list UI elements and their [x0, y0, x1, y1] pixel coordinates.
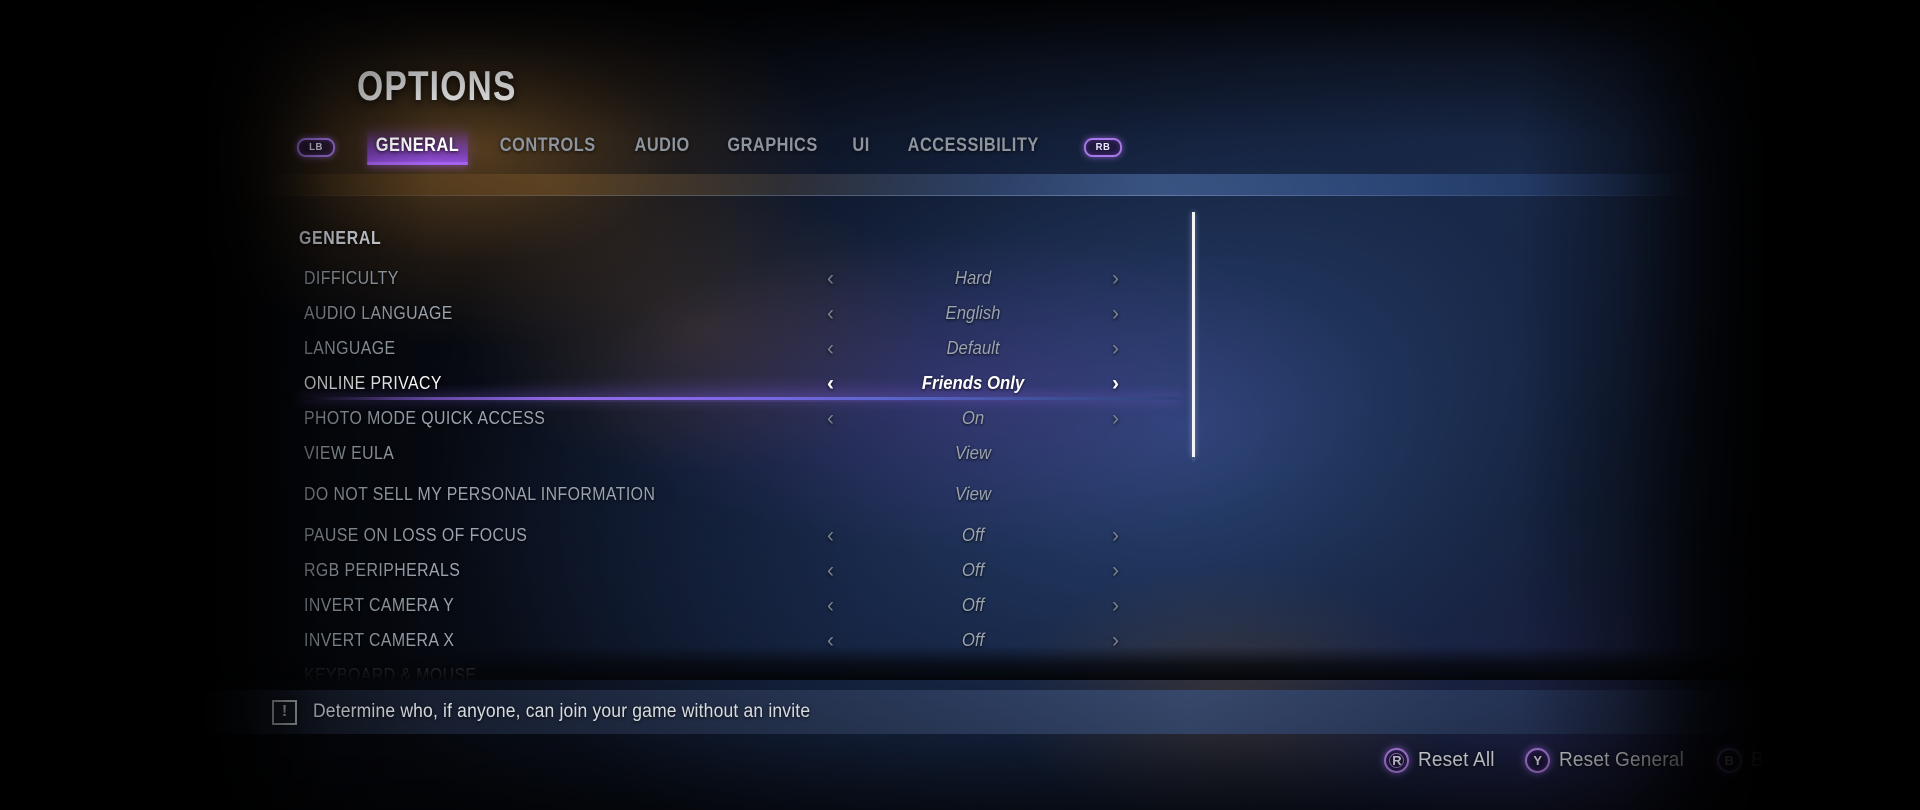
right-bumper-icon[interactable]: RB: [1084, 137, 1123, 157]
settings-row-value[interactable]: On: [857, 408, 1090, 429]
page-title: OPTIONS: [357, 62, 517, 109]
settings-row-value[interactable]: Default: [857, 338, 1090, 359]
increment-arrow-icon[interactable]: ›: [1112, 268, 1119, 289]
settings-row-value[interactable]: Off: [857, 630, 1090, 651]
increment-arrow-icon[interactable]: ›: [1112, 373, 1119, 394]
tab-general[interactable]: GENERAL: [367, 132, 469, 165]
prompt-label: Reset General: [1559, 749, 1685, 771]
settings-row-value[interactable]: Hard: [857, 268, 1090, 289]
scrollbar-thumb[interactable]: [1192, 212, 1195, 457]
settings-row[interactable]: ONLINE PRIVACY ‹ › Friends Only: [0, 364, 1920, 402]
settings-row-value[interactable]: Off: [857, 560, 1090, 581]
gamepad-button-y-icon: Y: [1525, 748, 1551, 773]
settings-list-area: GENERAL DIFFICULTY ‹ › Hard AUDIO LANGUAGE ‹ ›…: [0, 208, 1920, 680]
increment-arrow-icon[interactable]: ›: [1112, 303, 1119, 324]
settings-row[interactable]: DO NOT SELL MY PERSONAL INFORMATION View: [0, 471, 1920, 518]
settings-row-label: INVERT CAMERA Y: [304, 594, 455, 615]
tab-bar: LB GENERAL CONTROLS AUDIO GRAPHICS UI AC…: [296, 132, 1123, 165]
settings-row-value[interactable]: View: [857, 484, 1090, 505]
decrement-arrow-icon[interactable]: ‹: [827, 268, 834, 289]
settings-row-label: ONLINE PRIVACY: [304, 372, 442, 393]
tab-ui[interactable]: UI: [844, 132, 879, 162]
prompt-label: Reset All: [1418, 749, 1496, 771]
prompt-reset-all[interactable]: R Reset All: [1384, 748, 1499, 773]
help-text: Determine who, if anyone, can join your …: [313, 701, 811, 722]
increment-arrow-icon[interactable]: ›: [1112, 595, 1119, 616]
settings-row-label: PHOTO MODE QUICK ACCESS: [304, 407, 546, 428]
tab-graphics[interactable]: GRAPHICS: [719, 132, 827, 162]
settings-row-label: PAUSE ON LOSS OF FOCUS: [304, 524, 528, 545]
tab-audio[interactable]: AUDIO: [625, 132, 697, 162]
options-screen: OPTIONS LB GENERAL CONTROLS AUDIO GRAPHI…: [0, 0, 1920, 810]
tab-accessibility[interactable]: ACCESSIBILITY: [899, 132, 1047, 162]
info-exclamation-icon: !: [272, 699, 297, 725]
settings-row[interactable]: KEYBOARD & MOUSE: [0, 658, 1920, 680]
settings-row-label: INVERT CAMERA X: [304, 629, 455, 650]
increment-arrow-icon[interactable]: ›: [1112, 525, 1119, 546]
prompt-reset-general[interactable]: Y Reset General: [1525, 748, 1691, 773]
increment-arrow-icon[interactable]: ›: [1112, 560, 1119, 581]
increment-arrow-icon[interactable]: ›: [1112, 630, 1119, 651]
settings-row-label: LANGUAGE: [304, 337, 396, 358]
settings-row-label: KEYBOARD & MOUSE: [304, 664, 477, 680]
header-divider: [258, 174, 1710, 196]
settings-row-value[interactable]: Off: [857, 525, 1090, 546]
decrement-arrow-icon[interactable]: ‹: [827, 630, 834, 651]
settings-row-value[interactable]: View: [857, 443, 1090, 464]
help-bar: ! Determine who, if anyone, can join you…: [0, 690, 1920, 734]
increment-arrow-icon[interactable]: ›: [1112, 338, 1119, 359]
settings-row-label: VIEW EULA: [304, 442, 395, 463]
increment-arrow-icon[interactable]: ›: [1112, 408, 1119, 429]
settings-row-value[interactable]: English: [857, 303, 1090, 324]
settings-row[interactable]: LANGUAGE ‹ › Default: [0, 331, 1920, 366]
decrement-arrow-icon[interactable]: ‹: [827, 373, 834, 394]
settings-row-value[interactable]: Off: [857, 595, 1090, 616]
settings-row-value[interactable]: Friends Only: [857, 373, 1090, 394]
decrement-arrow-icon[interactable]: ‹: [827, 560, 834, 581]
decrement-arrow-icon[interactable]: ‹: [827, 408, 834, 429]
gamepad-button-b-icon: B: [1716, 748, 1742, 773]
left-bumper-icon[interactable]: LB: [297, 137, 335, 157]
settings-row-label: DO NOT SELL MY PERSONAL INFORMATION: [304, 483, 656, 504]
decrement-arrow-icon[interactable]: ‹: [827, 525, 834, 546]
settings-row-label: RGB PERIPHERALS: [304, 559, 461, 580]
settings-row[interactable]: PAUSE ON LOSS OF FOCUS ‹ › Off: [0, 518, 1920, 553]
button-prompts: R Reset All Y Reset General B Back: [1384, 748, 1796, 773]
settings-row[interactable]: PHOTO MODE QUICK ACCESS ‹ › On: [0, 401, 1920, 436]
section-title: GENERAL: [299, 228, 382, 248]
settings-row[interactable]: VIEW EULA View: [0, 436, 1920, 471]
settings-row-label: AUDIO LANGUAGE: [304, 302, 453, 323]
prompt-back[interactable]: B Back: [1716, 748, 1796, 773]
settings-row[interactable]: RGB PERIPHERALS ‹ › Off: [0, 553, 1920, 588]
settings-row[interactable]: INVERT CAMERA X ‹ › Off: [0, 623, 1920, 658]
gamepad-button-r-icon: R: [1384, 748, 1410, 773]
settings-row[interactable]: AUDIO LANGUAGE ‹ › English: [0, 296, 1920, 331]
decrement-arrow-icon[interactable]: ‹: [827, 303, 834, 324]
decrement-arrow-icon[interactable]: ‹: [827, 595, 834, 616]
settings-row[interactable]: DIFFICULTY ‹ › Hard: [0, 261, 1920, 296]
prompt-label: Back: [1750, 749, 1794, 771]
settings-row[interactable]: INVERT CAMERA Y ‹ › Off: [0, 588, 1920, 623]
settings-rows: DIFFICULTY ‹ › Hard AUDIO LANGUAGE ‹ › English L…: [0, 261, 1920, 680]
tab-controls[interactable]: CONTROLS: [491, 132, 604, 162]
decrement-arrow-icon[interactable]: ‹: [827, 338, 834, 359]
settings-row-label: DIFFICULTY: [304, 267, 399, 288]
